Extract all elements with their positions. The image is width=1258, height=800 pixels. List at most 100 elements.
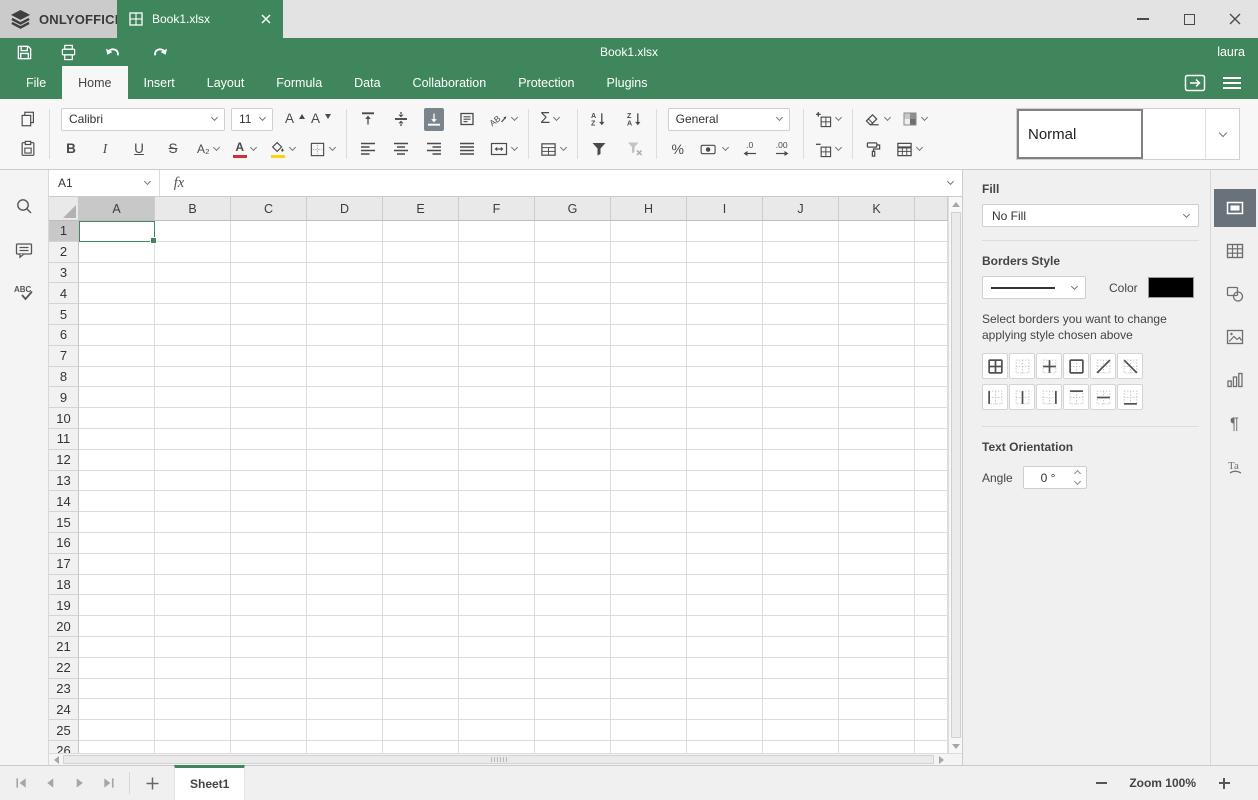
row-header-6[interactable]: 6 <box>49 324 79 346</box>
cell-I1[interactable] <box>687 221 763 242</box>
fill-select[interactable]: No Fill <box>982 204 1199 227</box>
cell-A7[interactable] <box>79 345 155 367</box>
cell-H19[interactable] <box>611 595 687 617</box>
cell-B19[interactable] <box>155 595 231 617</box>
cell-K24[interactable] <box>839 699 915 721</box>
cell-H14[interactable] <box>611 491 687 513</box>
cell-H22[interactable] <box>611 657 687 679</box>
align-middle-button[interactable] <box>391 108 411 131</box>
strikethrough-button[interactable]: S <box>163 138 183 161</box>
main-menu-button[interactable] <box>1222 76 1242 90</box>
align-right-button[interactable] <box>424 138 444 161</box>
cell-partial-21[interactable] <box>915 636 948 658</box>
cell-F15[interactable] <box>459 512 535 533</box>
cell-J12[interactable] <box>763 449 839 471</box>
cell-A19[interactable] <box>79 595 155 617</box>
no-borders-button[interactable] <box>1009 353 1035 380</box>
cell-K9[interactable] <box>839 387 915 409</box>
cell-K11[interactable] <box>839 428 915 450</box>
top-border-button[interactable] <box>1063 384 1089 411</box>
cell-K16[interactable] <box>839 532 915 554</box>
cell-H18[interactable] <box>611 574 687 596</box>
cell-partial-10[interactable] <box>915 408 948 429</box>
cell-A18[interactable] <box>79 574 155 596</box>
left-border-button[interactable] <box>982 384 1008 411</box>
cell-D7[interactable] <box>307 345 383 367</box>
clear-filter-button[interactable] <box>625 138 645 161</box>
row-header-13[interactable]: 13 <box>49 470 79 492</box>
row-header-10[interactable]: 10 <box>49 408 79 429</box>
comments-button[interactable] <box>8 235 40 265</box>
cell-J8[interactable] <box>763 366 839 388</box>
cell-B15[interactable] <box>155 512 231 533</box>
cell-E18[interactable] <box>383 574 459 596</box>
scroll-right-button[interactable] <box>934 754 948 765</box>
app-logo-area[interactable]: ONLYOFFICE <box>0 0 123 38</box>
redo-button[interactable] <box>150 45 169 60</box>
column-header-G[interactable]: G <box>535 197 611 221</box>
align-bottom-button[interactable] <box>423 107 444 131</box>
underline-button[interactable]: U <box>129 138 149 161</box>
row-header-23[interactable]: 23 <box>49 678 79 700</box>
cell-partial-9[interactable] <box>915 387 948 409</box>
cell-E4[interactable] <box>383 283 459 305</box>
cell-B9[interactable] <box>155 387 231 409</box>
cell-F9[interactable] <box>459 387 535 409</box>
cell-H26[interactable] <box>611 740 687 753</box>
column-header-D[interactable]: D <box>307 197 383 221</box>
cell-G7[interactable] <box>535 345 611 367</box>
cell-F11[interactable] <box>459 428 535 450</box>
cell-K3[interactable] <box>839 262 915 284</box>
cell-J2[interactable] <box>763 241 839 263</box>
vertical-scrollbar-thumb[interactable] <box>950 212 961 738</box>
cell-F4[interactable] <box>459 283 535 305</box>
cell-F12[interactable] <box>459 449 535 471</box>
cell-E5[interactable] <box>383 304 459 325</box>
cell-A8[interactable] <box>79 366 155 388</box>
cell-J26[interactable] <box>763 740 839 753</box>
cell-H2[interactable] <box>611 241 687 263</box>
cell-H21[interactable] <box>611 636 687 658</box>
cell-I21[interactable] <box>687 636 763 658</box>
cell-J14[interactable] <box>763 491 839 513</box>
cell-C12[interactable] <box>231 449 307 471</box>
column-header-F[interactable]: F <box>459 197 535 221</box>
cell-I17[interactable] <box>687 553 763 575</box>
cell-B6[interactable] <box>155 324 231 346</box>
cell-B25[interactable] <box>155 720 231 741</box>
cell-B13[interactable] <box>155 470 231 492</box>
row-header-7[interactable]: 7 <box>49 345 79 367</box>
cell-G15[interactable] <box>535 512 611 533</box>
menu-tab-insert[interactable]: Insert <box>128 66 191 99</box>
cell-B18[interactable] <box>155 574 231 596</box>
formula-bar-expand-button[interactable] <box>938 170 962 196</box>
cell-A26[interactable] <box>79 740 155 753</box>
cell-partial-24[interactable] <box>915 699 948 721</box>
bottom-border-button[interactable] <box>1117 384 1143 411</box>
cell-G18[interactable] <box>535 574 611 596</box>
row-header-11[interactable]: 11 <box>49 428 79 450</box>
cell-E9[interactable] <box>383 387 459 409</box>
cell-H12[interactable] <box>611 449 687 471</box>
row-header-17[interactable]: 17 <box>49 553 79 575</box>
cell-D22[interactable] <box>307 657 383 679</box>
cell-E2[interactable] <box>383 241 459 263</box>
row-header-20[interactable]: 20 <box>49 616 79 637</box>
cell-partial-3[interactable] <box>915 262 948 284</box>
cell-F24[interactable] <box>459 699 535 721</box>
menu-tab-plugins[interactable]: Plugins <box>591 66 664 99</box>
row-header-26[interactable]: 26 <box>49 740 79 753</box>
scroll-down-button[interactable] <box>949 739 962 753</box>
cell-partial-1[interactable] <box>915 221 948 242</box>
cell-G13[interactable] <box>535 470 611 492</box>
menu-tab-home[interactable]: Home <box>62 66 128 99</box>
cell-A2[interactable] <box>79 241 155 263</box>
outside-borders-button[interactable] <box>1063 353 1089 380</box>
cell-A22[interactable] <box>79 657 155 679</box>
cell-C8[interactable] <box>231 366 307 388</box>
cell-partial-14[interactable] <box>915 491 948 513</box>
cell-J25[interactable] <box>763 720 839 741</box>
cell-H4[interactable] <box>611 283 687 305</box>
increase-font-size-button[interactable]: A <box>285 108 306 131</box>
row-header-5[interactable]: 5 <box>49 304 79 325</box>
